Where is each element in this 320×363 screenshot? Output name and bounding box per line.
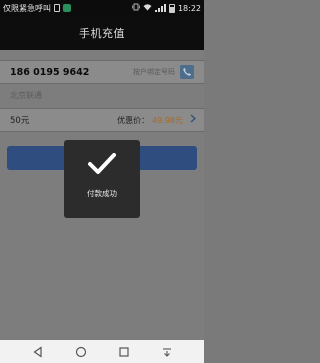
contact-icon[interactable]: [180, 65, 194, 79]
navigation-bar: [0, 340, 204, 363]
carrier-label: 北京联通: [10, 91, 42, 100]
status-bar: 仅限紧急呼叫 18:22: [0, 0, 204, 16]
back-icon[interactable]: [28, 342, 48, 362]
vibrate-icon: [132, 3, 140, 13]
payment-success-toast: 付款成功: [64, 140, 140, 218]
amount-value: 50元: [10, 116, 30, 126]
page-title: 手机充值: [79, 27, 125, 40]
recents-icon[interactable]: [114, 342, 134, 362]
signal-icon: [154, 4, 166, 12]
price-group: 优惠价： 49.98元: [117, 114, 196, 126]
status-time: 18:22: [177, 3, 201, 13]
bound-number-label[interactable]: 按户绑定号码: [133, 67, 175, 77]
discount-price-value: 49.98元: [152, 115, 183, 125]
status-left: 仅限紧急呼叫: [3, 3, 71, 14]
phone-number-input[interactable]: [10, 63, 110, 81]
home-icon[interactable]: [71, 342, 91, 362]
wifi-icon: [143, 3, 152, 13]
app-notification-icon: [63, 4, 71, 12]
notifications-icon[interactable]: [157, 342, 177, 362]
sim-card-icon: [54, 4, 60, 12]
amount-selector[interactable]: 50元 优惠价： 49.98元: [0, 108, 204, 132]
phone-number-row: 按户绑定号码: [0, 60, 204, 84]
discount-price-label: 优惠价：: [117, 115, 150, 125]
battery-icon: [168, 3, 175, 13]
toast-message: 付款成功: [87, 189, 117, 198]
status-right: 18:22: [132, 3, 201, 13]
app-header: 手机充值: [0, 16, 204, 50]
chevron-right-icon: [190, 114, 196, 126]
carrier-text: 仅限紧急呼叫: [3, 3, 51, 13]
check-icon: [87, 152, 117, 180]
